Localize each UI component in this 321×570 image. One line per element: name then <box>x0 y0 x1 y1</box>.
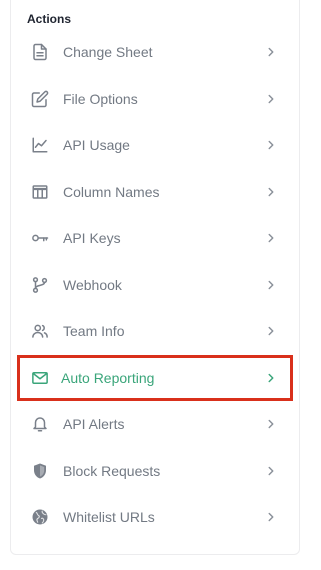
chevron-right-icon <box>264 464 278 478</box>
menu-item-webhook[interactable]: Webhook <box>17 262 293 309</box>
menu-item-file-options[interactable]: File Options <box>17 76 293 123</box>
document-icon <box>31 43 49 61</box>
menu-item-api-keys[interactable]: API Keys <box>17 215 293 262</box>
menu-item-label: Whitelist URLs <box>63 509 155 526</box>
menu-item-label: API Usage <box>63 137 130 154</box>
menu-item-change-sheet[interactable]: Change Sheet <box>17 29 293 76</box>
key-icon <box>31 229 49 247</box>
menu-item-auto-reporting[interactable]: Auto Reporting <box>17 354 293 401</box>
actions-menu: Change Sheet File Options API Usage Colu… <box>17 29 293 541</box>
menu-item-column-names[interactable]: Column Names <box>17 169 293 216</box>
branch-icon <box>31 276 49 294</box>
menu-item-api-usage[interactable]: API Usage <box>17 122 293 169</box>
menu-item-block-requests[interactable]: Block Requests <box>17 448 293 495</box>
chevron-right-icon <box>264 231 278 245</box>
chevron-right-icon <box>264 510 278 524</box>
mail-icon <box>31 369 49 387</box>
menu-item-label: Team Info <box>63 323 125 340</box>
menu-item-label: API Keys <box>63 230 121 247</box>
menu-item-team-info[interactable]: Team Info <box>17 308 293 355</box>
chevron-right-icon <box>264 92 278 106</box>
menu-item-whitelist-urls[interactable]: Whitelist URLs <box>17 494 293 541</box>
menu-item-label: Change Sheet <box>63 44 153 61</box>
chevron-right-icon <box>264 371 278 385</box>
menu-item-label: API Alerts <box>63 416 125 433</box>
section-title: Actions <box>27 12 72 26</box>
bell-icon <box>31 415 49 433</box>
globe-icon <box>31 508 49 526</box>
chevron-right-icon <box>264 278 278 292</box>
chevron-right-icon <box>264 324 278 338</box>
shield-icon <box>31 462 49 480</box>
menu-item-label: Auto Reporting <box>61 369 155 386</box>
chevron-right-icon <box>264 417 278 431</box>
menu-item-label: File Options <box>63 90 138 107</box>
menu-item-label: Webhook <box>63 276 122 293</box>
chevron-right-icon <box>264 45 278 59</box>
users-icon <box>31 322 49 340</box>
line-chart-icon <box>31 136 49 154</box>
chevron-right-icon <box>264 138 278 152</box>
columns-icon <box>31 183 49 201</box>
menu-item-label: Block Requests <box>63 462 161 479</box>
chevron-right-icon <box>264 185 278 199</box>
edit-icon <box>31 90 49 108</box>
menu-item-label: Column Names <box>63 183 160 200</box>
menu-item-api-alerts[interactable]: API Alerts <box>17 401 293 448</box>
